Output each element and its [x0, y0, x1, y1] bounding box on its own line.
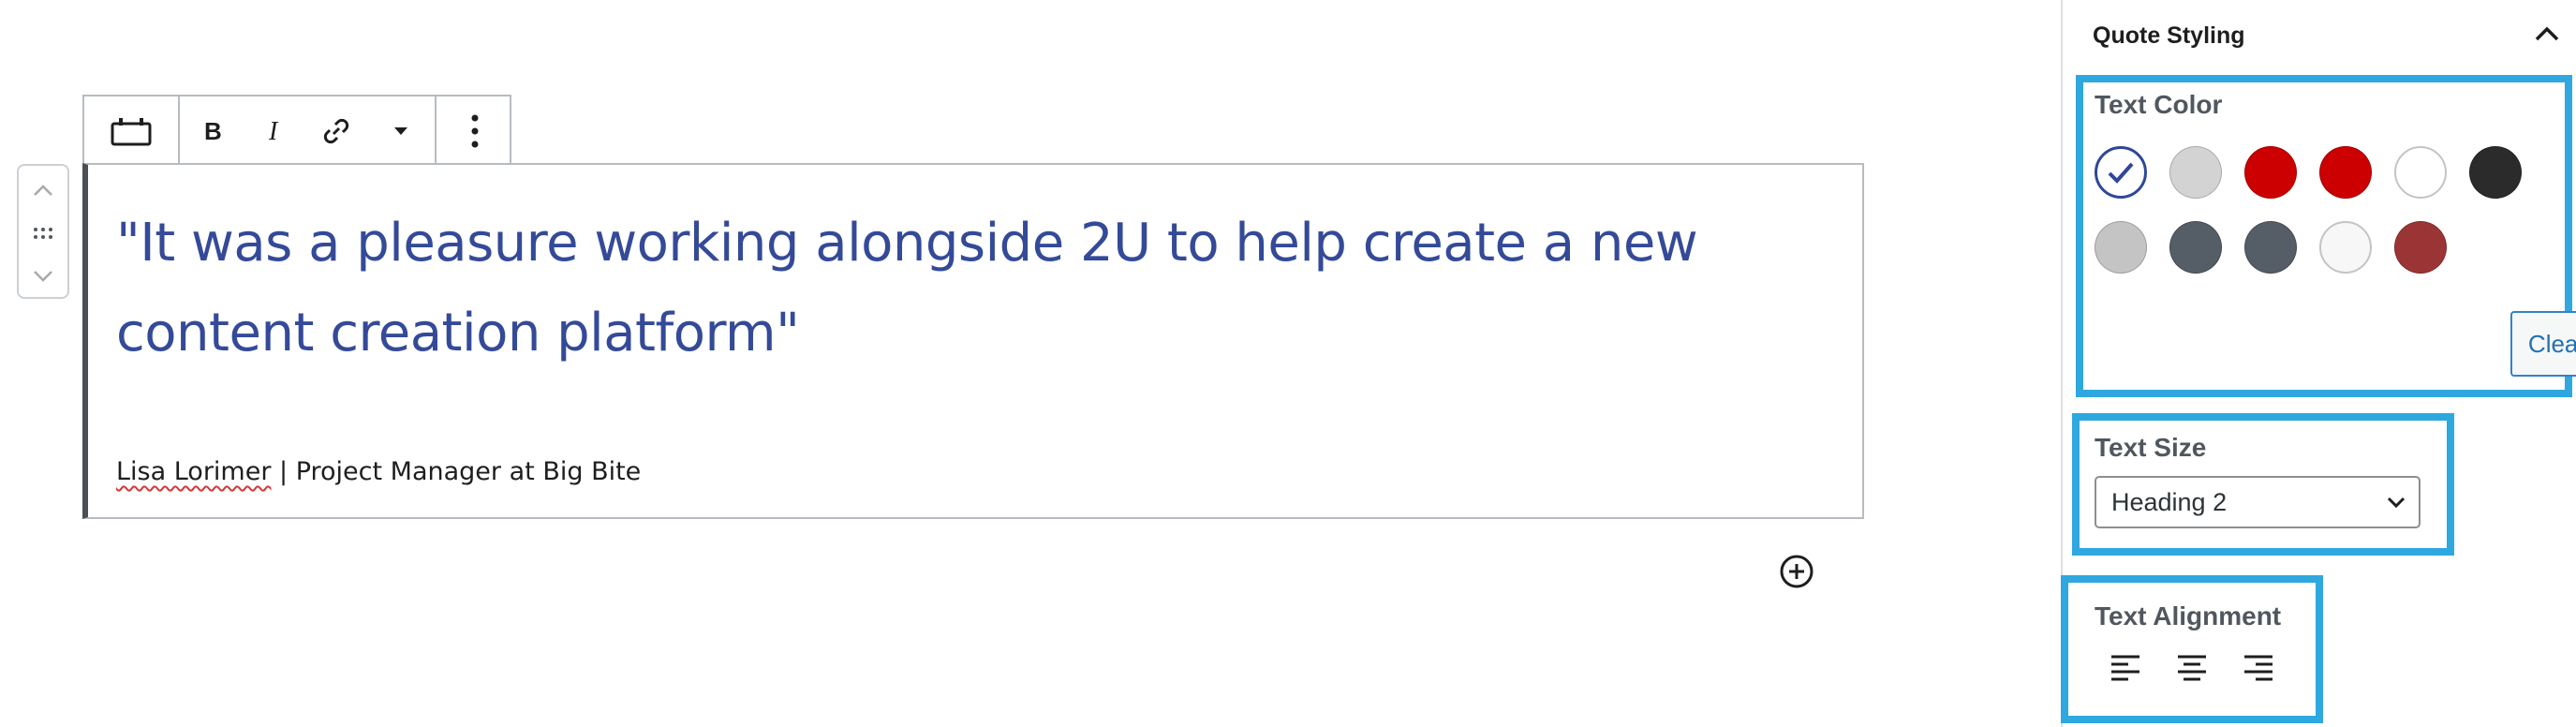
chevron-up-icon — [34, 185, 52, 196]
color-swatch[interactable] — [2394, 221, 2447, 274]
panel-title: Quote Styling — [2093, 22, 2245, 49]
bold-button[interactable]: B — [180, 96, 244, 165]
align-center-icon — [2178, 655, 2206, 681]
link-button[interactable] — [305, 96, 367, 165]
formatting-group: B I — [180, 96, 437, 165]
svg-text:I: I — [268, 119, 279, 143]
color-swatch[interactable] — [2244, 221, 2297, 274]
text-alignment-label: Text Alignment — [2095, 601, 2282, 631]
block-type-icon — [111, 117, 152, 145]
link-icon — [323, 118, 349, 143]
align-left-button[interactable] — [2110, 654, 2141, 687]
more-options-group — [437, 96, 513, 165]
plus-circle-icon — [1780, 555, 1814, 588]
drag-handle-icon — [34, 228, 52, 239]
more-formats-button[interactable] — [367, 96, 435, 165]
clear-color-button[interactable]: Clear — [2510, 311, 2576, 377]
chevron-down-icon — [34, 271, 52, 282]
italic-button[interactable]: I — [244, 96, 305, 165]
drag-handle[interactable] — [19, 215, 67, 252]
bold-icon: B — [204, 119, 221, 143]
add-block-button[interactable] — [1778, 553, 1815, 595]
text-size-select[interactable]: Heading 2 — [2095, 476, 2421, 528]
move-up-button[interactable] — [19, 171, 67, 209]
color-swatch[interactable] — [2319, 221, 2372, 274]
color-swatch[interactable] — [2169, 221, 2222, 274]
align-center-button[interactable] — [2176, 654, 2208, 687]
align-left-icon — [2111, 655, 2139, 681]
more-formats-caret-icon — [394, 126, 407, 135]
panel-toggle-button[interactable] — [2535, 26, 2559, 46]
block-type-button[interactable] — [84, 96, 178, 165]
quote-citation[interactable]: Lisa Lorimer | Project Manager at Big Bi… — [116, 457, 641, 486]
move-down-button[interactable] — [19, 258, 67, 295]
block-mover — [17, 164, 69, 299]
citation-name: Lisa Lorimer — [116, 457, 272, 486]
quote-text[interactable]: "It was a pleasure working alongside 2U … — [116, 199, 1784, 378]
citation-role: | Project Manager at Big Bite — [271, 457, 642, 486]
color-swatch[interactable] — [2394, 146, 2447, 199]
color-swatch[interactable] — [2095, 146, 2147, 199]
align-right-button[interactable] — [2243, 654, 2274, 687]
chevron-up-icon — [2535, 26, 2559, 41]
quote-block[interactable]: "It was a pleasure working alongside 2U … — [82, 163, 1864, 519]
italic-icon: I — [268, 119, 279, 143]
block-type-group — [84, 96, 180, 165]
color-swatch[interactable] — [2244, 146, 2297, 199]
text-color-label: Text Color — [2095, 90, 2223, 119]
more-options-icon — [471, 114, 479, 147]
checkmark-icon — [2108, 162, 2134, 184]
text-alignment-highlight — [2061, 575, 2323, 723]
color-swatch[interactable] — [2469, 146, 2522, 199]
align-right-icon — [2244, 655, 2273, 681]
block-toolbar: B I — [82, 95, 511, 165]
more-options-button[interactable] — [437, 96, 513, 165]
text-size-value: Heading 2 — [2111, 487, 2228, 516]
color-swatch[interactable] — [2169, 146, 2222, 199]
text-size-label: Text Size — [2095, 433, 2207, 462]
chevron-down-icon — [2387, 497, 2406, 509]
svg-text:B: B — [204, 119, 221, 143]
color-swatch[interactable] — [2319, 146, 2372, 199]
color-swatch[interactable] — [2095, 221, 2147, 274]
